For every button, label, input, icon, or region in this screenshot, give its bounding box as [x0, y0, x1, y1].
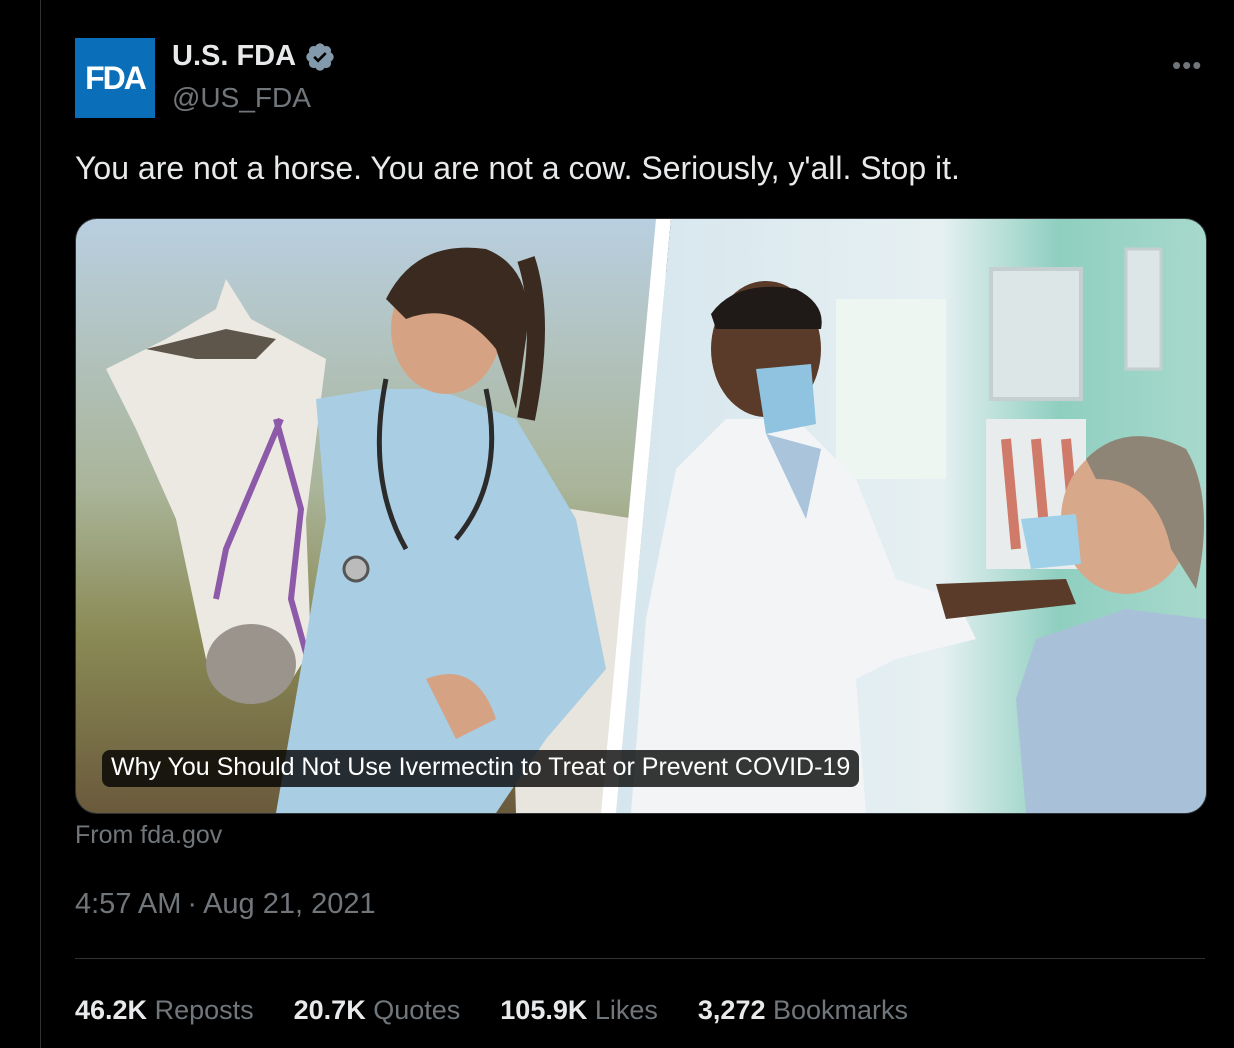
stat-quotes[interactable]: 20.7K Quotes — [294, 995, 461, 1026]
card-image — [76, 219, 1206, 813]
avatar-logo-text: FDA — [85, 59, 147, 96]
stat-bookmarks[interactable]: 3,272 Bookmarks — [698, 995, 908, 1026]
stat-likes[interactable]: 105.9K Likes — [500, 995, 658, 1026]
avatar[interactable]: FDA — [75, 38, 155, 118]
display-name[interactable]: U.S. FDA — [172, 40, 296, 73]
tweet-date: Aug 21, 2021 — [203, 888, 376, 920]
left-border — [40, 0, 41, 1048]
engagement-stats: 46.2K Reposts 20.7K Quotes 105.9K Likes … — [75, 995, 908, 1026]
verified-badge-icon — [306, 42, 334, 71]
stat-count: 105.9K — [500, 995, 588, 1025]
stat-count: 46.2K — [75, 995, 148, 1025]
divider — [75, 958, 1205, 959]
stat-label: Quotes — [373, 995, 461, 1025]
meta-separator: · — [187, 888, 198, 920]
stat-count: 20.7K — [293, 995, 366, 1025]
stat-count: 3,272 — [697, 995, 766, 1025]
timestamp[interactable]: 4:57 AM · Aug 21, 2021 — [75, 888, 376, 921]
tweet-text: You are not a horse. You are not a cow. … — [75, 150, 960, 186]
tweet-time: 4:57 AM — [75, 888, 182, 920]
more-options-icon[interactable]: ••• — [1172, 50, 1202, 81]
author-name-row: U.S. FDA — [172, 40, 336, 73]
handle[interactable]: @US_FDA — [172, 82, 311, 114]
link-card[interactable]: Why You Should Not Use Ivermectin to Tre… — [75, 218, 1207, 814]
stat-label: Reposts — [154, 995, 254, 1025]
card-title: Why You Should Not Use Ivermectin to Tre… — [102, 750, 860, 787]
card-source-link[interactable]: From fda.gov — [75, 821, 222, 850]
stat-label: Likes — [594, 995, 658, 1025]
stat-label: Bookmarks — [773, 995, 909, 1025]
stat-reposts[interactable]: 46.2K Reposts — [75, 995, 254, 1026]
